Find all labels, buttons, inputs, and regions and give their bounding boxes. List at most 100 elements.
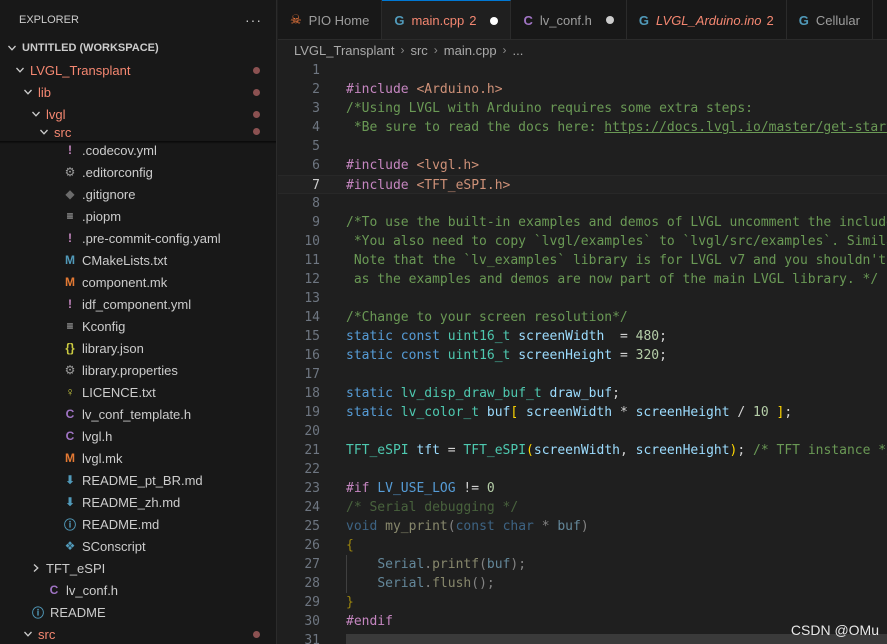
tree-folder[interactable]: TFT_eSPI xyxy=(0,557,276,579)
tree-file[interactable]: ◆ .gitignore xyxy=(0,183,276,205)
tree-file[interactable]: ⚙ .editorconfig xyxy=(0,161,276,183)
tree-file[interactable]: {} library.json xyxy=(0,337,276,359)
code-line[interactable]: 19 static lv_color_t buf[ screenWidth * s… xyxy=(278,403,887,422)
code-token: Serial xyxy=(377,576,425,591)
explorer-title: EXPLORER xyxy=(19,14,79,26)
tab-cellular[interactable]: G Cellular xyxy=(787,0,873,39)
code-token: { xyxy=(346,538,354,553)
code-token: static xyxy=(346,329,401,344)
code-token: const xyxy=(400,348,448,363)
tree-item-label: LVGL_Transplant xyxy=(30,62,131,78)
code-line[interactable]: 18 static lv_disp_draw_buf_t draw_buf; xyxy=(278,384,887,403)
code-line[interactable]: 23 #if LV_USE_LOG != 0 xyxy=(278,479,887,498)
code-line[interactable]: 1 xyxy=(278,61,887,80)
tree-file[interactable]: ♀ LICENCE.txt xyxy=(0,381,276,403)
code-line[interactable]: 4 *Be sure to read the docs here: https:… xyxy=(278,118,887,137)
code-line[interactable]: 7 #include <TFT_eSPI.h> xyxy=(278,175,887,194)
code-token: (); xyxy=(471,576,495,591)
tree-file[interactable]: ❖ SConscript xyxy=(0,535,276,557)
tree-item-label: Kconfig xyxy=(82,318,126,334)
file-type-icon: ≡ xyxy=(66,319,74,333)
tab-pio-home[interactable]: ☠ PIO Home xyxy=(278,0,383,39)
code-line[interactable]: 28 Serial.flush(); xyxy=(278,574,887,593)
tree-folder[interactable]: lvgl xyxy=(0,103,276,125)
file-type-icon: C xyxy=(65,407,75,421)
more-actions-icon[interactable]: ··· xyxy=(245,12,262,28)
breadcrumb-item[interactable]: ... xyxy=(513,43,524,58)
code-line[interactable]: 27 Serial.printf(buf); xyxy=(278,555,887,574)
code-editor[interactable]: 1 2 #include <Arduino.h> 3/*Using LVGL with… xyxy=(278,60,887,644)
code-line[interactable]: 6 #include <lvgl.h> xyxy=(278,156,887,175)
tab-lv-conf-h[interactable]: Clv_conf.h xyxy=(511,0,627,39)
tree-folder[interactable]: LVGL_Transplant xyxy=(0,59,276,81)
tree-file[interactable]: Clvgl.h xyxy=(0,425,276,447)
code-line[interactable]: 9 /*To use the built-in examples and demo… xyxy=(278,213,887,232)
code-line[interactable]: 12 as the examples and demos are now par… xyxy=(278,270,887,289)
tree-file[interactable]: ⬇ README_pt_BR.md xyxy=(0,469,276,491)
modified-dot-icon xyxy=(253,111,260,118)
code-line[interactable]: 24 /* Serial debugging */ xyxy=(278,498,887,517)
code-line[interactable]: 11 Note that the `lv_examples` library i… xyxy=(278,251,887,270)
tree-folder[interactable]: src xyxy=(0,125,276,140)
tree-file[interactable]: M CMakeLists.txt xyxy=(0,249,276,271)
code-token: buf xyxy=(486,405,511,420)
tree-item-label: .codecov.yml xyxy=(82,142,157,158)
breadcrumb-item[interactable]: src xyxy=(410,43,427,58)
code-token: /*Change to your screen resolution*/ xyxy=(346,310,628,325)
tree-file[interactable]: ≡ .piopm xyxy=(0,205,276,227)
code-line[interactable]: 5 xyxy=(278,137,887,156)
code-line[interactable]: 20 xyxy=(278,422,887,441)
breadcrumb-item[interactable]: LVGL_Transplant xyxy=(294,43,394,58)
tree-file[interactable]: ⬇ README_zh.md xyxy=(0,491,276,513)
breadcrumb-item[interactable]: main.cpp xyxy=(444,43,497,58)
code-line[interactable]: 22 xyxy=(278,460,887,479)
code-line[interactable]: 2 #include <Arduino.h> xyxy=(278,80,887,99)
tab-label: Cellular xyxy=(815,12,860,28)
code-line[interactable]: 13 xyxy=(278,289,887,308)
code-token: flush xyxy=(432,576,472,591)
tab-lvgl-arduino-ino[interactable]: G LVGL_Arduino.ino 2 xyxy=(627,0,787,39)
code-line[interactable]: 17 xyxy=(278,365,887,384)
tree-item-label: .pre-commit-config.yaml xyxy=(82,230,221,246)
tab-label: lv_conf.h xyxy=(539,12,592,28)
tree-file[interactable]: ⓘ README.md xyxy=(0,513,276,535)
tree-folder[interactable]: lib xyxy=(0,81,276,103)
editor-tabs: ☠ PIO Home Gmain.cpp 2 Clv_conf.h G LVGL_Ardui… xyxy=(278,0,887,40)
code-token: [ xyxy=(510,405,527,420)
code-line[interactable]: 21 TFT_eSPI tft = TFT_eSPI(screenWidth, s… xyxy=(278,441,887,460)
tree-file[interactable]: ⚙ library.properties xyxy=(0,359,276,381)
tab-main-cpp[interactable]: Gmain.cpp 2 xyxy=(382,0,512,39)
tree-file[interactable]: Clv_conf_template.h xyxy=(0,403,276,425)
code-line[interactable]: 15 static const uint16_t screenWidth = 48… xyxy=(278,327,887,346)
tree-file[interactable]: Clv_conf.h xyxy=(0,579,276,601)
tree-file[interactable]: Mlvgl.mk xyxy=(0,447,276,469)
code-line[interactable]: 29} xyxy=(278,593,887,612)
code-line[interactable]: 10 *You also need to copy `lvgl/examples… xyxy=(278,232,887,251)
unsaved-dot-icon[interactable] xyxy=(605,16,614,24)
code-token: 10 xyxy=(753,405,769,420)
code-text: #include <Arduino.h> xyxy=(346,80,503,99)
code-token: my_print xyxy=(385,519,448,534)
file-type-icon: ❖ xyxy=(64,539,76,553)
code-token: <TFT_eSPI.h> xyxy=(416,178,511,193)
tree-file[interactable]: ! .pre-commit-config.yaml xyxy=(0,227,276,249)
code-line[interactable]: 25 void my_print(const char * buf) xyxy=(278,517,887,536)
code-text: } xyxy=(346,593,354,612)
code-line[interactable]: 8 xyxy=(278,194,887,213)
tree-item-label: README.md xyxy=(82,516,160,532)
code-token: *You also need to copy `lvgl/examples` t… xyxy=(346,234,887,249)
code-text: /* Serial debugging */ xyxy=(346,498,518,517)
code-line[interactable]: 26 { xyxy=(278,536,887,555)
code-line[interactable]: 14 /*Change to your screen resolution*/ xyxy=(278,308,887,327)
tree-folder[interactable]: UNTITLED (WORKSPACE) xyxy=(0,37,276,59)
watermark: CSDN @OMu xyxy=(790,622,879,638)
tree-file[interactable]: ⓘ README xyxy=(0,601,276,623)
code-line[interactable]: 3 /*Using LVGL with Arduino requires some… xyxy=(278,99,887,118)
tree-file[interactable]: ! idf_component.yml xyxy=(0,293,276,315)
tree-file[interactable]: ≡ Kconfig xyxy=(0,315,276,337)
unsaved-dot-icon[interactable] xyxy=(490,16,499,25)
tree-file[interactable]: Mcomponent.mk xyxy=(0,271,276,293)
code-token: buf xyxy=(486,557,511,572)
tree-folder[interactable]: src xyxy=(0,623,276,644)
code-line[interactable]: 16 static const uint16_t screenHeight = 3… xyxy=(278,346,887,365)
